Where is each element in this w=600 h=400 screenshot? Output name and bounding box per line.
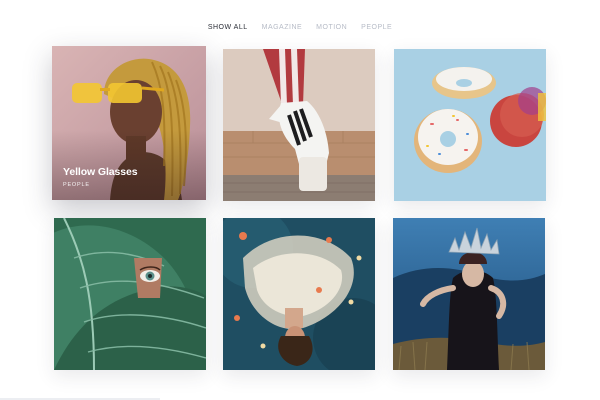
- filter-motion[interactable]: MOTION: [309, 24, 354, 31]
- donuts-photo: [394, 49, 546, 201]
- portfolio-tile-leaf-eye[interactable]: [54, 218, 206, 370]
- portfolio-tile-water-woman[interactable]: [223, 218, 375, 370]
- crown-woman-photo: [393, 218, 545, 370]
- portfolio-tile-sneaker[interactable]: [223, 49, 375, 201]
- tile-title: Yellow Glasses: [63, 166, 138, 178]
- tile-category: PEOPLE: [63, 182, 90, 188]
- sneaker-photo: [223, 49, 375, 201]
- portfolio-tile-crown[interactable]: [393, 218, 545, 370]
- filter-people[interactable]: PEOPLE: [354, 24, 399, 31]
- portfolio-filter-bar: SHOW ALL MAGAZINE MOTION PEOPLE: [0, 24, 600, 31]
- portfolio-tile-donuts[interactable]: [394, 49, 546, 201]
- filter-magazine[interactable]: MAGAZINE: [255, 24, 310, 31]
- water-woman-photo: [223, 218, 375, 370]
- caption-gradient: [52, 130, 206, 200]
- leaf-eye-photo: [54, 218, 206, 370]
- portfolio-tile-yellow-glasses[interactable]: Yellow Glasses PEOPLE: [52, 46, 206, 200]
- filter-show-all[interactable]: SHOW ALL: [201, 24, 255, 31]
